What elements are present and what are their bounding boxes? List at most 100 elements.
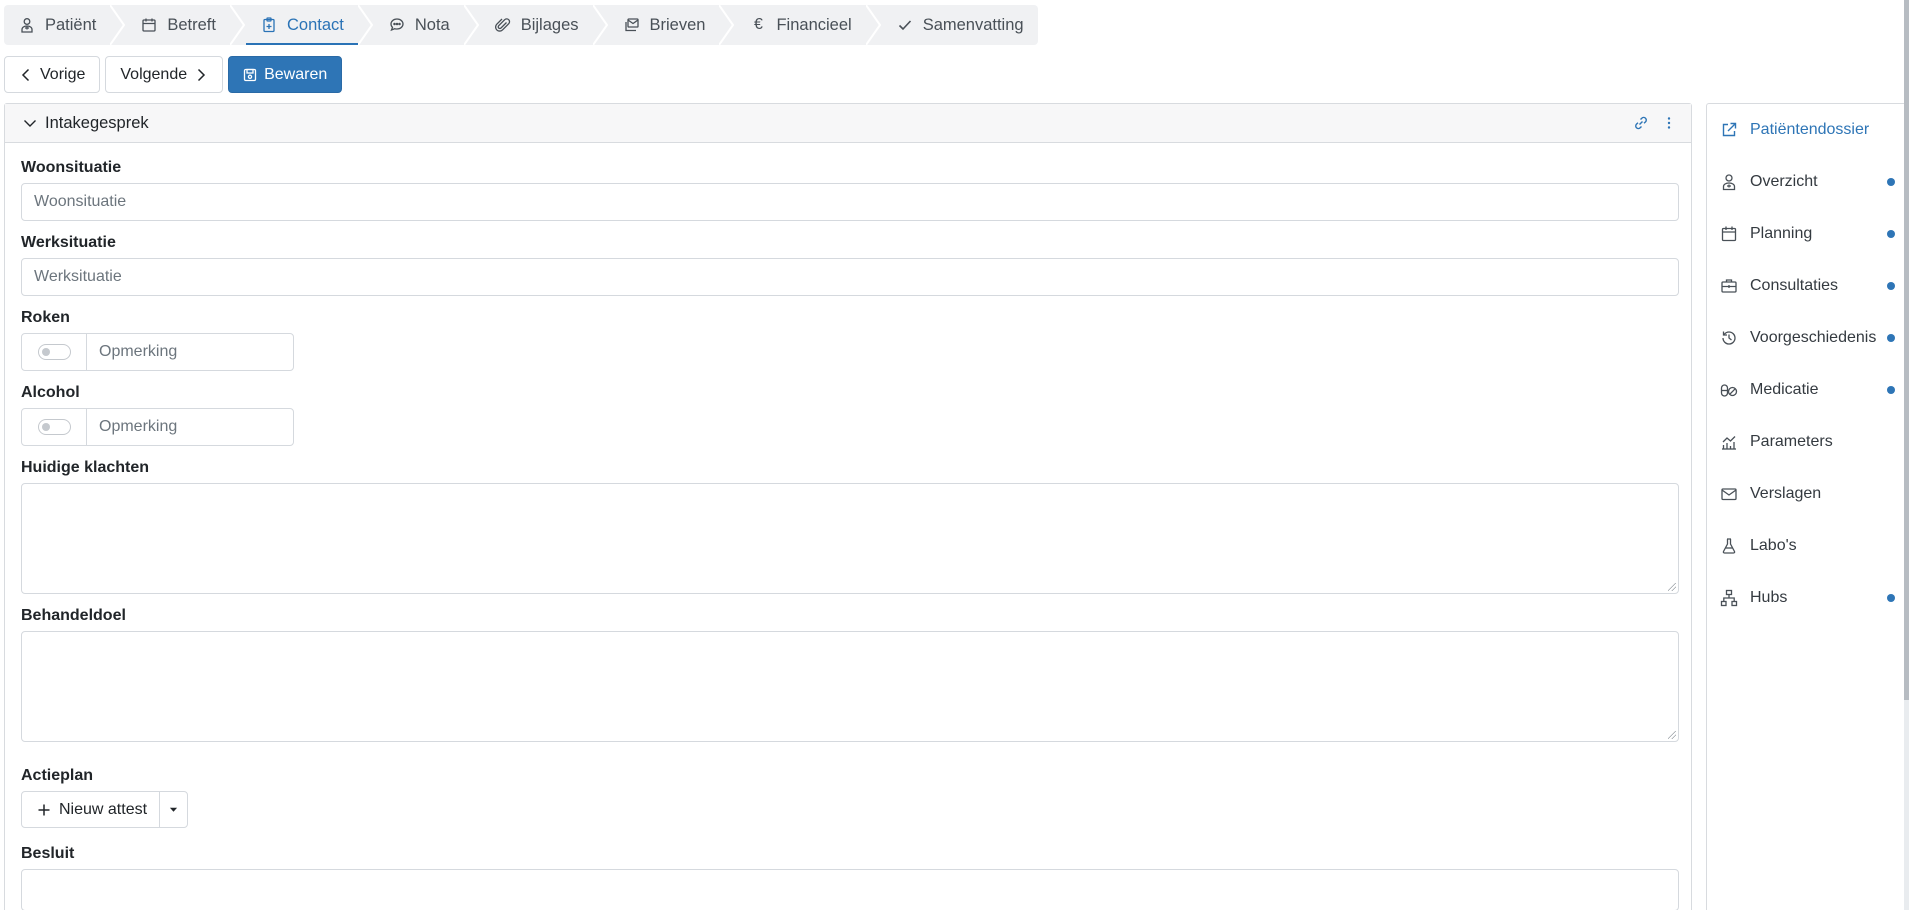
actieplan-label: Actieplan [21,767,94,784]
tab-betreft[interactable]: Betreft [126,5,230,45]
klachten-label: Huidige klachten [21,459,150,476]
notification-dot [1887,178,1895,186]
intake-form: Woonsituatie Woonsituatie Werksituatie W… [5,143,1691,910]
previous-label: Vorige [40,65,86,83]
more-vertical-icon[interactable] [1661,115,1677,131]
check-icon [896,16,914,34]
envelope-icon [1719,484,1739,504]
save-icon [243,68,257,81]
tab-patient[interactable]: Patiënt [4,5,110,45]
calendar-icon [1719,224,1739,244]
sidebar-item-label: Medicatie [1750,381,1819,398]
step-separator [463,5,480,45]
previous-button[interactable]: Vorige [4,56,101,93]
tab-samenvatting[interactable]: Samenvatting [882,5,1038,45]
roken-remark-input[interactable]: Opmerking [87,334,293,370]
chevron-left-icon [21,68,30,81]
besluit-label: Besluit [21,845,75,862]
alcohol-group: Opmerking [21,408,294,446]
paperclip-icon [494,16,512,34]
step-separator [719,5,735,45]
envelopes-icon [623,16,641,34]
tab-contact[interactable]: Contact [245,5,358,45]
roken-toggle-cell [22,334,87,370]
step-separator [110,5,126,45]
tab-label: Financieel [776,15,852,34]
sidebar-item-medicatie[interactable]: Medicatie [1707,364,1909,416]
step-separator [865,5,882,45]
notification-dot [1887,334,1895,342]
wizard-steps: Patiënt Betreft Contact Nota Bijlages Br… [4,5,1038,45]
scrollbar-thumb[interactable] [1904,0,1909,700]
new-attest-dropdown-toggle[interactable] [160,792,187,827]
notification-dot [1887,230,1895,238]
tab-label: Brieven [649,15,706,34]
sidebar-item-labos[interactable]: Labo's [1707,520,1909,572]
alcohol-label: Alcohol [21,384,80,401]
besluit-input[interactable] [21,869,1679,910]
sidebar-item-label: Overzicht [1750,173,1818,190]
roken-group: Opmerking [21,333,294,371]
alcohol-remark-input[interactable]: Opmerking [87,409,293,445]
chevron-down-icon [24,120,36,127]
tab-label: Samenvatting [922,15,1024,34]
tab-bijlages[interactable]: Bijlages [480,5,593,45]
sidebar-item-patientendossier[interactable]: Patiëntendossier [1707,104,1909,156]
new-attest-button[interactable]: Nieuw attest [22,792,161,827]
roken-toggle[interactable] [37,344,71,360]
panel-actions [1633,115,1677,131]
woonsituatie-input[interactable]: Woonsituatie [21,183,1679,221]
sidebar-item-overzicht[interactable]: Overzicht [1707,156,1909,208]
woonsituatie-label: Woonsituatie [21,159,122,176]
panel-header: Intakegesprek [5,104,1691,143]
sidebar-item-voorgeschiedenis[interactable]: Voorgeschiedenis [1707,312,1909,364]
tab-brieven[interactable]: Brieven [609,5,720,45]
sidebar-item-consultaties[interactable]: Consultaties [1707,260,1909,312]
roken-label: Roken [21,309,70,326]
page-scrollbar[interactable] [1904,0,1909,910]
save-button[interactable]: Bewaren [228,56,343,93]
behandeldoel-textarea[interactable] [21,631,1679,742]
tab-nota[interactable]: Nota [374,5,464,45]
next-label: Volgende [120,65,188,83]
patient-icon [18,16,36,34]
patient-sidebar: Patiëntendossier Overzicht Planning Cons… [1706,103,1909,910]
sidebar-item-label: Verslagen [1750,485,1822,502]
next-button[interactable]: Volgende [105,56,224,93]
behandeldoel-label: Behandeldoel [21,607,126,624]
clipboard-plus-icon [260,16,278,34]
chevron-right-icon [198,68,206,81]
sidebar-item-verslagen[interactable]: Verslagen [1707,468,1909,520]
klachten-textarea[interactable] [21,483,1679,594]
sidebar-item-hubs[interactable]: Hubs [1707,572,1909,624]
tab-label: Betreft [167,15,216,34]
step-separator [357,5,374,45]
step-separator [229,5,246,45]
step-separator [592,5,609,45]
flask-icon [1719,536,1739,556]
tab-label: Nota [414,15,450,34]
alcohol-toggle-cell [22,409,87,445]
pills-icon [1719,380,1739,400]
werksituatie-input[interactable]: Werksituatie [21,258,1679,296]
chat-bubble-icon [388,16,406,34]
calendar-icon [140,16,158,34]
new-attest-label: Nieuw attest [59,800,148,818]
panel-collapse-toggle[interactable]: Intakegesprek [23,114,149,133]
notification-dot [1887,282,1895,290]
sidebar-item-label: Hubs [1750,589,1788,606]
sidebar-item-planning[interactable]: Planning [1707,208,1909,260]
toolbar: Vorige Volgende Bewaren [4,56,343,93]
network-icon [1719,588,1739,608]
notification-dot [1887,386,1895,394]
alcohol-toggle[interactable] [37,419,71,435]
sidebar-item-label: Voorgeschiedenis [1750,329,1877,346]
werksituatie-label: Werksituatie [21,234,116,251]
tab-label: Contact [286,15,344,34]
link-icon[interactable] [1633,115,1649,131]
sidebar-item-parameters[interactable]: Parameters [1707,416,1909,468]
tab-financieel[interactable]: € Financieel [735,5,865,45]
tab-label: Patiënt [45,15,97,34]
person-icon [1719,172,1739,192]
euro-icon: € [754,16,763,33]
